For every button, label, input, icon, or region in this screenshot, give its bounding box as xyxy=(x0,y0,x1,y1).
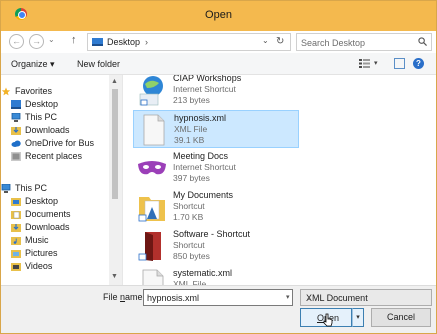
breadcrumb-separator[interactable]: › xyxy=(145,37,148,47)
window-title: Open xyxy=(205,9,232,21)
recent-locations-button[interactable]: ⌄ xyxy=(48,35,55,44)
dialog-footer: File name: ▾ XML Document ⌄ Open ▾ Cance… xyxy=(1,285,436,333)
sidebar-label: Pictures xyxy=(25,248,58,258)
list-item[interactable]: My Documents Shortcut 1.70 KB xyxy=(133,188,299,226)
scroll-down-arrow[interactable]: ▼ xyxy=(111,273,118,280)
sidebar-label: Recent places xyxy=(25,151,83,161)
onedrive-icon xyxy=(11,140,21,147)
filename-label: File name: xyxy=(103,292,146,302)
search-box[interactable] xyxy=(296,33,432,51)
purple-mask-icon xyxy=(138,161,166,175)
navigation-bar: ← → ⌄ ↑ Desktop › ⌄ ↻ xyxy=(1,31,436,53)
folder-shortcut-icon xyxy=(138,197,165,222)
filename-dropdown-button[interactable]: ▾ xyxy=(286,293,290,301)
sidebar-label: Desktop xyxy=(25,99,59,109)
filename-input[interactable] xyxy=(143,289,293,306)
open-options-dropdown[interactable]: ▾ xyxy=(352,308,364,327)
chevron-down-icon: ⌄ xyxy=(306,295,312,302)
file-type: Shortcut xyxy=(173,240,205,250)
music-icon xyxy=(11,237,21,245)
file-name: Software - Shortcut xyxy=(173,229,251,239)
scroll-up-arrow[interactable]: ▲ xyxy=(111,78,118,85)
view-options-dropdown[interactable]: ▾ xyxy=(374,59,378,67)
sidebar-label: Downloads xyxy=(25,222,70,232)
sidebar-label: Downloads xyxy=(25,125,70,135)
forward-button[interactable]: → xyxy=(29,34,44,49)
search-icon[interactable] xyxy=(418,37,427,46)
navigation-pane-scrollbar[interactable]: ▲ ▼ xyxy=(109,75,121,285)
list-item-selected[interactable]: hypnosis.xml XML File 39.1 KB xyxy=(133,110,299,148)
title-bar[interactable]: Open xyxy=(1,1,436,31)
sidebar-label: Desktop xyxy=(25,196,59,206)
list-item[interactable]: CIAP Workshops Internet Shortcut 213 byt… xyxy=(133,75,299,109)
list-item[interactable]: Meeting Docs Internet Shortcut 397 bytes xyxy=(133,149,299,187)
file-type-select[interactable]: XML Document ⌄ xyxy=(300,289,432,306)
command-bar: Organize ▾ New folder ▾ ? xyxy=(1,53,436,75)
mouse-cursor-icon xyxy=(323,313,333,327)
help-icon[interactable]: ? xyxy=(413,58,424,69)
cancel-button[interactable]: Cancel xyxy=(371,308,431,327)
desktop-icon xyxy=(11,198,21,206)
file-list: CIAP Workshops Internet Shortcut 213 byt… xyxy=(122,75,436,285)
breadcrumb-desktop[interactable]: Desktop xyxy=(107,37,140,47)
documents-icon xyxy=(11,211,21,219)
change-view-icon[interactable] xyxy=(359,59,370,68)
xml-file-icon xyxy=(142,269,164,285)
list-item[interactable]: Software - Shortcut Shortcut 850 bytes xyxy=(133,227,299,265)
search-input[interactable] xyxy=(301,36,413,49)
sidebar-label: Favorites xyxy=(15,86,53,96)
file-size: 39.1 KB xyxy=(174,135,205,145)
address-bar[interactable]: Desktop › ⌄ ↻ xyxy=(87,33,291,51)
computer-icon xyxy=(1,184,11,193)
desktop-icon xyxy=(11,100,21,109)
xml-file-icon xyxy=(143,114,165,146)
computer-icon xyxy=(11,113,21,122)
downloads-icon xyxy=(11,224,21,232)
sidebar-label: This PC xyxy=(25,112,58,122)
back-button[interactable]: ← xyxy=(9,34,24,49)
scrollbar-thumb[interactable] xyxy=(112,89,118,199)
desktop-icon xyxy=(92,38,103,46)
sidebar-label: Videos xyxy=(25,261,53,271)
shortcut-globe-icon xyxy=(139,76,163,106)
file-size: 1.70 KB xyxy=(173,212,204,222)
organize-button[interactable]: Organize ▾ xyxy=(11,59,55,70)
new-folder-button[interactable]: New folder xyxy=(77,59,120,69)
file-name: Meeting Docs xyxy=(173,151,229,161)
file-name: CIAP Workshops xyxy=(173,75,242,83)
file-name: hypnosis.xml xyxy=(174,113,227,123)
file-name: systematic.xml xyxy=(173,268,233,278)
downloads-icon xyxy=(11,127,21,135)
list-item[interactable]: systematic.xml XML File xyxy=(133,266,299,285)
sidebar-label: This PC xyxy=(15,183,48,193)
pictures-icon xyxy=(11,250,21,258)
star-icon xyxy=(1,87,11,96)
sidebar-label: Documents xyxy=(25,209,71,219)
file-size: 397 bytes xyxy=(173,173,210,183)
door-shortcut-icon xyxy=(138,232,161,261)
file-name: My Documents xyxy=(173,190,234,200)
sidebar-label: OneDrive for Bus xyxy=(25,138,95,148)
file-size: 850 bytes xyxy=(173,251,210,261)
recent-places-icon xyxy=(11,152,21,161)
videos-icon xyxy=(11,263,21,271)
navigation-pane: Favorites Desktop This PC Downloads OneD… xyxy=(1,75,121,285)
sidebar-label: Music xyxy=(25,235,49,245)
file-type: Internet Shortcut xyxy=(173,84,236,94)
file-type: XML File xyxy=(174,124,208,134)
open-dialog: Open ← → ⌄ ↑ Desktop › ⌄ ↻ Organize ▾ Ne… xyxy=(0,0,437,334)
file-type: Shortcut xyxy=(173,201,205,211)
address-dropdown-button[interactable]: ⌄ xyxy=(262,36,269,45)
file-size: 213 bytes xyxy=(173,95,210,105)
preview-pane-icon[interactable] xyxy=(394,58,405,69)
up-button[interactable]: ↑ xyxy=(71,34,77,46)
file-type: Internet Shortcut xyxy=(173,162,236,172)
refresh-button[interactable]: ↻ xyxy=(276,36,284,47)
